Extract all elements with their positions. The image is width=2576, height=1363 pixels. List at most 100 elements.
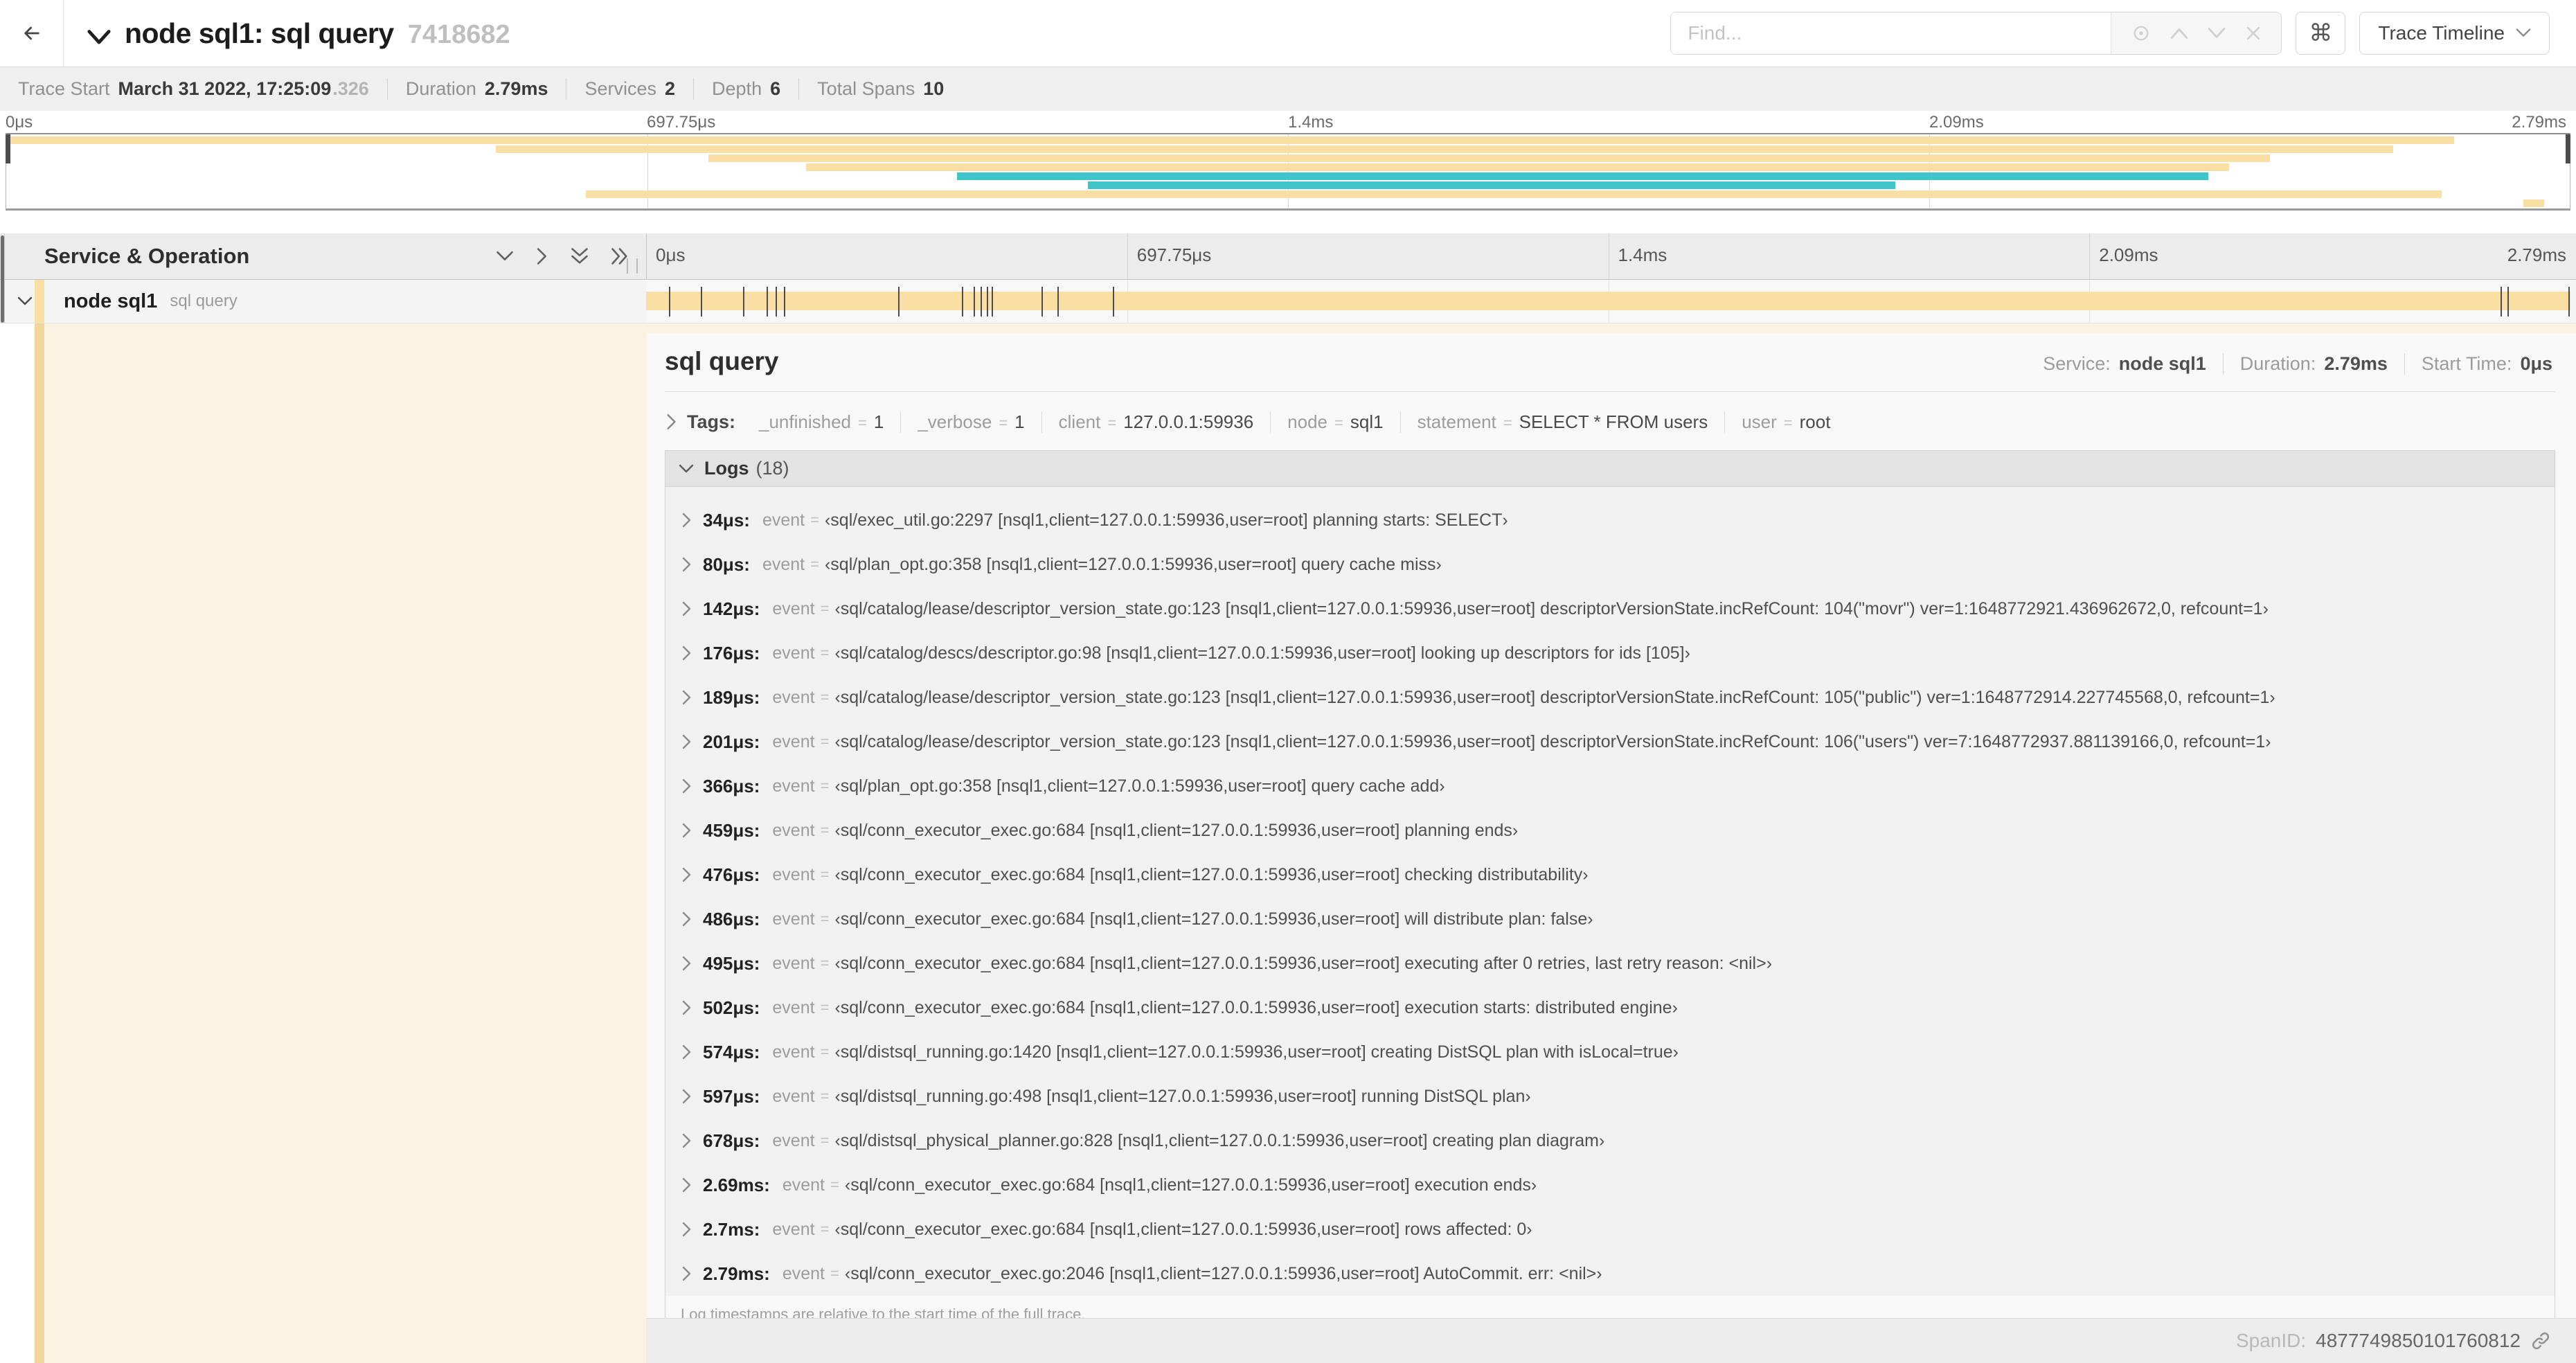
total-spans-value: 10 [923, 78, 945, 99]
log-row[interactable]: 366μs: event = ‹sql/plan_opt.go:358 [nsq… [665, 764, 2555, 808]
log-chevron-right-icon[interactable] [681, 733, 692, 750]
log-timestamp: 142μs: [703, 598, 760, 619]
log-event-tick [897, 287, 900, 317]
log-chevron-right-icon[interactable] [681, 911, 692, 927]
log-chevron-right-icon[interactable] [681, 512, 692, 528]
log-chevron-right-icon[interactable] [681, 645, 692, 661]
find-prev-chevron-up-icon[interactable] [2170, 26, 2188, 40]
log-row[interactable]: 2.7ms: event = ‹sql/conn_executor_exec.g… [665, 1207, 2555, 1251]
log-chevron-right-icon[interactable] [681, 1132, 692, 1149]
log-chevron-right-icon[interactable] [681, 1221, 692, 1238]
log-row[interactable]: 495μs: event = ‹sql/conn_executor_exec.g… [665, 941, 2555, 986]
equals-sign: = [1334, 413, 1343, 431]
log-timestamp: 574μs: [703, 1041, 760, 1062]
log-row[interactable]: 201μs: event = ‹sql/catalog/lease/descri… [665, 720, 2555, 764]
equals-sign: = [820, 644, 830, 661]
log-row[interactable]: 502μs: event = ‹sql/conn_executor_exec.g… [665, 986, 2555, 1030]
equals-sign: = [820, 600, 830, 617]
log-row[interactable]: 189μs: event = ‹sql/catalog/lease/descri… [665, 675, 2555, 720]
axis-tick-label: 697.75μs [1136, 244, 1212, 265]
span-row-node-sql1[interactable]: node sql1 sql query [0, 280, 2576, 323]
tag-value: SELECT * FROM users [1519, 411, 1708, 432]
minimap-span-bar [496, 145, 2393, 153]
log-message: ‹sql/conn_executor_exec.go:684 [nsql1,cl… [834, 1219, 1532, 1239]
equals-sign: = [820, 954, 830, 972]
log-row[interactable]: 34μs: event = ‹sql/exec_util.go:2297 [ns… [665, 498, 2555, 542]
log-chevron-right-icon[interactable] [681, 556, 692, 573]
log-message: ‹sql/plan_opt.go:358 [nsql1,client=127.0… [834, 776, 1445, 796]
duration-label: Duration [405, 78, 476, 99]
log-chevron-right-icon[interactable] [681, 1265, 692, 1282]
log-row[interactable]: 678μs: event = ‹sql/distsql_physical_pla… [665, 1119, 2555, 1163]
collapse-all-double-chevron-down-icon[interactable] [570, 247, 589, 266]
equals-sign: = [820, 999, 830, 1016]
keyboard-shortcuts-button[interactable]: ⌘ [2296, 12, 2346, 55]
log-chevron-right-icon[interactable] [681, 1088, 692, 1105]
log-message: ‹sql/catalog/lease/descriptor_version_st… [834, 731, 2271, 751]
log-row[interactable]: 176μs: event = ‹sql/catalog/descs/descri… [665, 631, 2555, 675]
trace-summary-bar: Trace Start March 31 2022, 17:25:09.326 … [0, 66, 2576, 111]
equals-sign: = [1107, 413, 1117, 431]
log-row[interactable]: 597μs: event = ‹sql/distsql_running.go:4… [665, 1074, 2555, 1119]
tags-chevron-right-icon[interactable] [665, 413, 677, 431]
log-row[interactable]: 2.69ms: event = ‹sql/conn_executor_exec.… [665, 1163, 2555, 1207]
span-collapse-chevron-down-icon[interactable] [17, 295, 33, 308]
log-message: ‹sql/catalog/lease/descriptor_version_st… [834, 598, 2269, 618]
expand-one-chevron-right-icon[interactable] [535, 247, 549, 266]
log-message: ‹sql/distsql_running.go:1420 [nsql1,clie… [834, 1042, 1679, 1062]
trace-minimap[interactable] [6, 133, 2570, 211]
log-row[interactable]: 459μs: event = ‹sql/conn_executor_exec.g… [665, 808, 2555, 853]
log-row[interactable]: 486μs: event = ‹sql/conn_executor_exec.g… [665, 897, 2555, 941]
log-chevron-right-icon[interactable] [681, 955, 692, 972]
equals-sign: = [820, 1087, 830, 1105]
log-chevron-right-icon[interactable] [681, 600, 692, 617]
collapse-trace-chevron-down-icon[interactable] [87, 29, 111, 46]
column-resizer-grip[interactable] [627, 258, 638, 274]
minimap-span-bar [957, 172, 2208, 180]
logs-chevron-down-icon[interactable] [678, 463, 695, 475]
log-event-tick [1057, 287, 1059, 317]
view-selector-button[interactable]: Trace Timeline [2359, 12, 2550, 55]
span-operation-name: sql query [170, 292, 238, 310]
log-chevron-right-icon[interactable] [681, 1177, 692, 1193]
deep-link-icon[interactable] [2530, 1330, 2551, 1351]
log-chevron-right-icon[interactable] [681, 778, 692, 794]
tag-value: 1 [1014, 411, 1025, 432]
span-name-cell[interactable]: node sql1 sql query [0, 280, 646, 323]
logs-header[interactable]: Logs (18) [665, 451, 2555, 487]
depth-label: Depth [712, 78, 762, 99]
collapse-one-chevron-down-icon[interactable] [495, 249, 515, 263]
log-row[interactable]: 574μs: event = ‹sql/distsql_running.go:1… [665, 1030, 2555, 1074]
log-event-tick [784, 287, 786, 317]
log-field-key: event [772, 776, 815, 796]
minimap-left-scrubber-handle[interactable] [6, 134, 10, 163]
duration-item: Duration 2.79ms [386, 78, 566, 100]
log-event-tick [1113, 287, 1115, 317]
back-button[interactable] [0, 0, 64, 66]
span-duration-bar[interactable] [646, 292, 2570, 310]
left-scrollbar-thumb[interactable] [1, 235, 4, 323]
span-timeline-cell[interactable] [646, 280, 2570, 323]
log-chevron-right-icon[interactable] [681, 1044, 692, 1060]
log-event-tick [776, 287, 778, 317]
find-input[interactable] [1671, 12, 2111, 54]
minimap-right-scrubber-handle[interactable] [2566, 134, 2570, 163]
span-row-tint-strip [646, 323, 2576, 333]
tags-row[interactable]: Tags: _unfinished = 1 _verbose = 1 clien… [665, 406, 2555, 438]
log-chevron-right-icon[interactable] [681, 689, 692, 706]
log-chevron-right-icon[interactable] [681, 822, 692, 839]
log-row[interactable]: 142μs: event = ‹sql/catalog/lease/descri… [665, 587, 2555, 631]
log-chevron-right-icon[interactable] [681, 866, 692, 883]
log-row[interactable]: 2.79ms: event = ‹sql/conn_executor_exec.… [665, 1251, 2555, 1296]
clear-find-close-icon[interactable] [2245, 25, 2262, 42]
log-message: ‹sql/conn_executor_exec.go:684 [nsql1,cl… [834, 909, 1593, 929]
span-id-strip: SpanID: 4877749850101760812 [646, 1318, 2576, 1363]
services-label: Services [584, 78, 656, 99]
trace-id: 7418682 [407, 19, 510, 49]
log-row[interactable]: 476μs: event = ‹sql/conn_executor_exec.g… [665, 853, 2555, 897]
find-next-chevron-down-icon[interactable] [2208, 26, 2226, 40]
log-chevron-right-icon[interactable] [681, 999, 692, 1016]
log-field-key: event [772, 820, 815, 840]
match-case-target-icon[interactable] [2131, 24, 2151, 43]
log-row[interactable]: 80μs: event = ‹sql/plan_opt.go:358 [nsql… [665, 542, 2555, 587]
